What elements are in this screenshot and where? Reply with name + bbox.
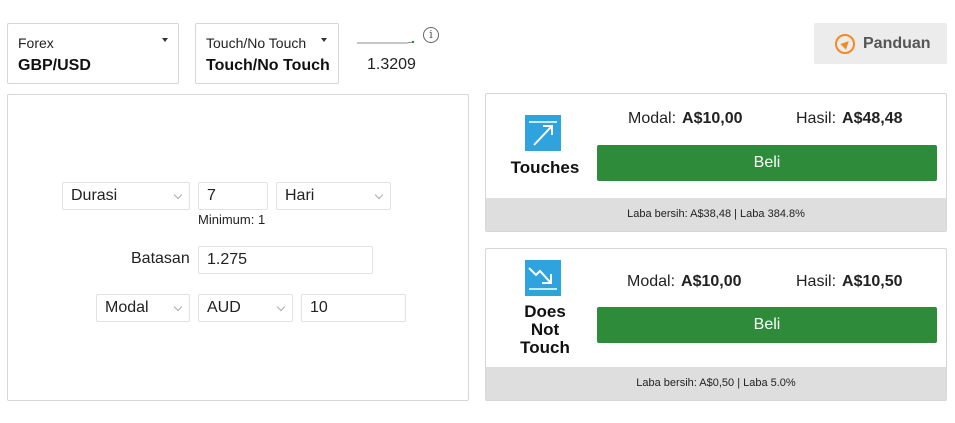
net-profit-footer: Laba bersih: A$0,50 | Laba 5.0%: [486, 367, 946, 400]
market-category-label: Forex: [18, 35, 54, 51]
info-icon[interactable]: i: [423, 27, 439, 43]
payout-label: Hasil: A$48,48: [796, 110, 903, 127]
duration-type-select[interactable]: Durasi: [62, 182, 190, 210]
duration-input[interactable]: 7: [198, 182, 268, 210]
chevron-down-icon: [276, 302, 286, 312]
stake-value: A$10,00: [681, 273, 742, 290]
chevron-down-icon: [173, 190, 183, 200]
contract-type-select[interactable]: Touch/No Touch Touch/No Touch: [195, 23, 339, 84]
compass-icon: [835, 34, 855, 54]
payout-value: A$48,48: [842, 110, 903, 127]
spot-price: 1.3209: [367, 56, 416, 73]
barrier-input[interactable]: 1.275: [198, 246, 373, 274]
amount-value: 10: [310, 299, 328, 316]
contract-name-touches: Touches: [510, 158, 580, 177]
contract-name-does-not-touch: Does Not Touch: [520, 302, 570, 357]
duration-unit-value: Hari: [285, 187, 315, 204]
currency-value: AUD: [207, 299, 241, 316]
stake-label: Modal: A$10,00: [627, 273, 742, 290]
duration-unit-select[interactable]: Hari: [276, 182, 391, 210]
no-touch-arrow-down-icon: [525, 260, 561, 296]
barrier-label: Batasan: [131, 250, 190, 267]
currency-select[interactable]: AUD: [198, 294, 293, 322]
contract-card-touches: Touches Modal: A$10,00 Hasil: A$48,48 Beli…: [485, 93, 947, 232]
contract-type-category-label: Touch/No Touch: [206, 35, 307, 51]
duration-type-value: Durasi: [71, 187, 118, 204]
guide-button-label: Panduan: [863, 35, 931, 52]
chevron-down-icon: [374, 190, 384, 200]
basis-value: Modal: [105, 299, 149, 316]
duration-value: 7: [207, 187, 216, 204]
net-profit-footer: Laba bersih: A$38,48 | Laba 384.8%: [486, 198, 946, 231]
touch-arrow-up-icon: [525, 115, 561, 151]
basis-select[interactable]: Modal: [96, 294, 190, 322]
chevron-down-icon: [321, 38, 327, 42]
stake-label: Modal: A$10,00: [628, 110, 743, 127]
barrier-value: 1.275: [207, 251, 248, 268]
amount-input[interactable]: 10: [301, 294, 406, 322]
buy-button-touches[interactable]: Beli: [597, 145, 937, 181]
price-sparkline: [357, 40, 415, 44]
payout-label: Hasil: A$10,50: [796, 273, 903, 290]
market-select[interactable]: Forex GBP/USD: [7, 23, 179, 84]
minimum-label: Minimum: 1: [198, 212, 266, 227]
chevron-down-icon: [162, 38, 168, 42]
contract-type-value: Touch/No Touch: [206, 57, 330, 74]
buy-button-does-not-touch[interactable]: Beli: [597, 307, 937, 343]
chevron-down-icon: [173, 302, 183, 312]
market-value: GBP/USD: [18, 57, 91, 74]
stake-value: A$10,00: [682, 110, 743, 127]
guide-button[interactable]: Panduan: [814, 23, 947, 64]
payout-value: A$10,50: [842, 273, 903, 290]
contract-card-does-not-touch: Does Not Touch Modal: A$10,00 Hasil: A$10,…: [485, 248, 947, 401]
